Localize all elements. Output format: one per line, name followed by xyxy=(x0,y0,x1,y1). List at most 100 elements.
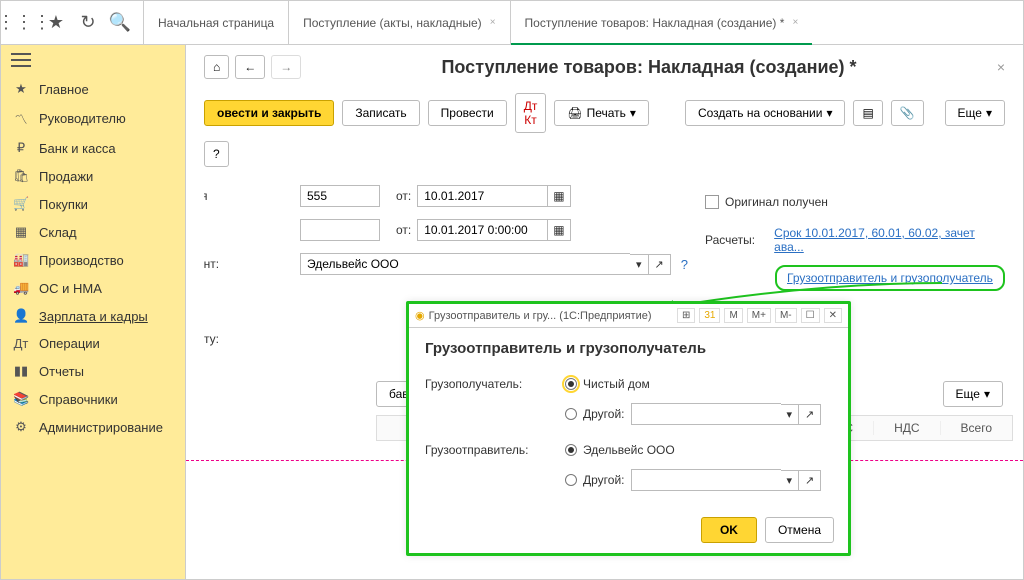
label-na: на ту: xyxy=(204,318,294,346)
calendar-icon[interactable]: 31 xyxy=(699,308,720,323)
sidebar: ★Главное 〽Руководителю ₽Банк и касса 🛍Пр… xyxy=(1,45,186,579)
toolbar: овести и закрыть Записать Провести ДтКт … xyxy=(204,93,1005,167)
shipper-label: Грузоотправитель: xyxy=(425,443,565,457)
consignee-other-radio[interactable] xyxy=(565,408,577,420)
shipper-default-text: Эдельвейс ООО xyxy=(583,443,675,457)
sidebar-item-main[interactable]: ★Главное xyxy=(1,75,185,103)
tab-label: Начальная страница xyxy=(158,16,274,30)
chevron-down-icon[interactable]: ▾ xyxy=(781,404,800,425)
back-button[interactable]: ← xyxy=(235,55,265,79)
calendar-icon[interactable]: ▦ xyxy=(547,185,570,207)
m-plus-button[interactable]: M+ xyxy=(747,308,771,323)
post-and-close-button[interactable]: овести и закрыть xyxy=(204,100,334,126)
post-button[interactable]: Провести xyxy=(428,100,507,126)
calendar-icon[interactable]: ▦ xyxy=(547,219,570,241)
close-icon[interactable]: × xyxy=(792,17,798,28)
close-page-button[interactable]: × xyxy=(997,59,1005,75)
apps-icon[interactable]: ⋮⋮⋮ xyxy=(15,14,33,32)
sidebar-menu-toggle[interactable] xyxy=(1,45,185,75)
attach-button[interactable]: 📎 xyxy=(891,100,924,126)
maximize-icon[interactable]: ☐ xyxy=(801,308,820,323)
person-icon: 👤 xyxy=(13,308,29,324)
sidebar-item-production[interactable]: 🏭Производство xyxy=(1,246,185,274)
col-total: Всего xyxy=(941,421,1012,435)
ruble-icon: ₽ xyxy=(13,140,29,156)
dialog-titlebar[interactable]: ◉ Грузоотправитель и гру... (1С:Предприя… xyxy=(409,304,848,328)
more-button[interactable]: Еще ▾ xyxy=(945,100,1005,126)
tab-home[interactable]: Начальная страница xyxy=(143,1,288,44)
close-icon[interactable]: ✕ xyxy=(824,308,842,323)
sidebar-item-hr[interactable]: 👤 Зарплата и кадры xyxy=(1,302,185,330)
sidebar-item-label: Производство xyxy=(39,253,124,268)
calc-icon[interactable]: ⊞ xyxy=(677,308,695,323)
label-nakladnaya: адная xyxy=(204,189,294,203)
star-icon[interactable]: ★ xyxy=(47,14,65,32)
sidebar-item-sales[interactable]: 🛍Продажи xyxy=(1,162,185,190)
close-icon[interactable]: × xyxy=(490,17,496,28)
sidebar-item-reports[interactable]: ▮▮Отчеты xyxy=(1,357,185,385)
sidebar-item-manager[interactable]: 〽Руководителю xyxy=(1,103,185,134)
ok-button[interactable]: OK xyxy=(701,517,757,543)
search-icon[interactable]: 🔍 xyxy=(111,14,129,32)
m-minus-button[interactable]: M- xyxy=(775,308,797,323)
sidebar-item-catalogs[interactable]: 📚Справочники xyxy=(1,385,185,413)
sidebar-item-label: Зарплата и кадры xyxy=(39,309,148,324)
app-icon: ◉ xyxy=(415,309,425,322)
sidebar-item-bank[interactable]: ₽Банк и касса xyxy=(1,134,185,162)
cart-icon: 🛒 xyxy=(13,196,29,212)
dialog-footer: OK Отмена xyxy=(409,507,848,553)
grid-more-button[interactable]: Еще ▾ xyxy=(943,381,1003,407)
second-input[interactable] xyxy=(300,219,380,241)
m-button[interactable]: M xyxy=(724,308,742,323)
sidebar-item-admin[interactable]: ⚙Администрирование xyxy=(1,413,185,441)
shipper-other-radio[interactable] xyxy=(565,474,577,486)
tab-label: Поступление товаров: Накладная (создание… xyxy=(525,16,785,30)
history-icon[interactable]: ↻ xyxy=(79,14,97,32)
sidebar-item-operations[interactable]: ДтОперации xyxy=(1,330,185,357)
date-input[interactable] xyxy=(417,185,547,207)
sidebar-item-label: Склад xyxy=(39,225,77,240)
open-icon[interactable]: ↗ xyxy=(799,470,821,491)
shipper-default-radio[interactable] xyxy=(565,444,577,456)
create-based-button[interactable]: Создать на основании ▾ xyxy=(685,100,846,126)
shipper-consignee-dialog: ◉ Грузоотправитель и гру... (1С:Предприя… xyxy=(406,301,851,556)
consignee-default-radio[interactable] xyxy=(565,378,577,390)
label-ot-2: от: xyxy=(396,223,411,237)
shipper-other-input[interactable] xyxy=(631,469,781,491)
help-button[interactable]: ? xyxy=(204,141,229,167)
dialog-heading: Грузоотправитель и грузополучатель xyxy=(425,340,832,357)
topbar: ⋮⋮⋮ ★ ↻ 🔍 Начальная страница Поступление… xyxy=(1,1,1023,45)
cancel-button[interactable]: Отмена xyxy=(765,517,834,543)
number-input[interactable] xyxy=(300,185,380,207)
sidebar-item-label: Администрирование xyxy=(39,420,163,435)
payments-link[interactable]: Срок 10.01.2017, 60.01, 60.02, зачет ава… xyxy=(774,226,1005,254)
chevron-down-icon[interactable]: ▾ xyxy=(781,470,800,491)
open-icon[interactable]: ↗ xyxy=(799,404,821,425)
topbar-icons: ⋮⋮⋮ ★ ↻ 🔍 xyxy=(1,1,143,44)
print-button[interactable]: 🖨Печать ▾ xyxy=(554,100,649,126)
consignee-other-input[interactable] xyxy=(631,403,781,425)
content: ⌂ ← → Поступление товаров: Накладная (со… xyxy=(186,45,1023,579)
help-icon[interactable]: ? xyxy=(681,257,688,272)
original-checkbox[interactable] xyxy=(705,195,719,209)
tab-receipts[interactable]: Поступление (акты, накладные)× xyxy=(288,1,509,44)
boxes-icon: ▦ xyxy=(13,224,29,240)
datetime-input[interactable] xyxy=(417,219,547,241)
forward-button[interactable]: → xyxy=(271,55,301,79)
save-button[interactable]: Записать xyxy=(342,100,419,126)
contragent-input[interactable] xyxy=(300,253,630,275)
sidebar-item-label: ОС и НМА xyxy=(39,281,102,296)
sidebar-item-purchases[interactable]: 🛒Покупки xyxy=(1,190,185,218)
shipper-consignee-link[interactable]: Грузоотправитель и грузополучатель xyxy=(775,265,1005,291)
chevron-down-icon[interactable]: ▾ xyxy=(630,254,649,275)
tab-waybill-create[interactable]: Поступление товаров: Накладная (создание… xyxy=(510,1,813,44)
home-button[interactable]: ⌂ xyxy=(204,55,229,79)
dtkt-button[interactable]: ДтКт xyxy=(515,93,547,133)
open-icon[interactable]: ↗ xyxy=(649,254,671,275)
nav-buttons: ⌂ ← → xyxy=(204,55,301,79)
sidebar-item-assets[interactable]: 🚚ОС и НМА xyxy=(1,274,185,302)
bars-icon: ▮▮ xyxy=(13,363,29,379)
consignee-label: Грузополучатель: xyxy=(425,377,565,391)
doc-button[interactable]: ▤ xyxy=(853,100,882,126)
sidebar-item-warehouse[interactable]: ▦ Склад xyxy=(1,218,185,246)
